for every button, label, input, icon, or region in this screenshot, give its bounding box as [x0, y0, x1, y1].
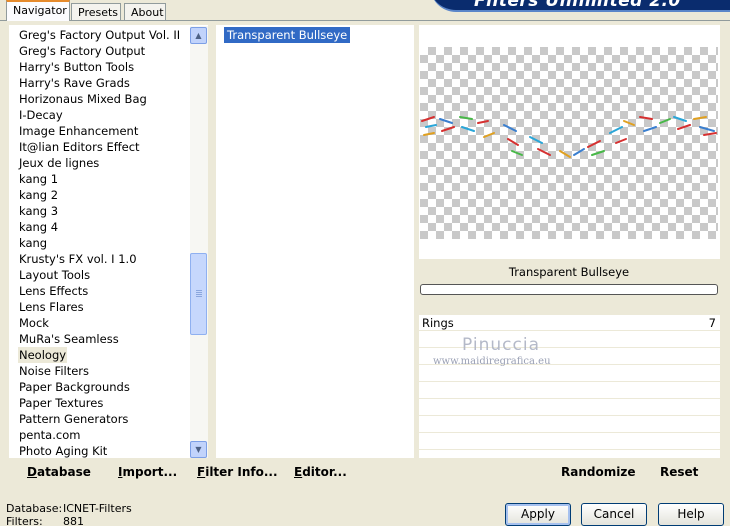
- category-item[interactable]: Lens Flares: [18, 299, 85, 315]
- parameter-row-empty: [419, 366, 720, 382]
- category-item[interactable]: kang: [18, 235, 48, 251]
- chevron-up-icon: ▲: [195, 31, 202, 40]
- database-button[interactable]: Database: [27, 465, 91, 479]
- randomize-button[interactable]: Randomize: [561, 465, 635, 479]
- filter-item-selected[interactable]: Transparent Bullseye: [224, 27, 351, 43]
- tab-about[interactable]: About: [124, 3, 166, 20]
- right-toolbar: Randomize Reset: [419, 460, 720, 486]
- category-item[interactable]: Greg's Factory Output Vol. II: [18, 27, 181, 43]
- category-item[interactable]: penta.com: [18, 427, 81, 443]
- category-item[interactable]: Mock: [18, 315, 50, 331]
- category-item-selected[interactable]: Neology: [18, 347, 68, 363]
- filter-info-button[interactable]: Filter Info...: [197, 465, 278, 479]
- category-item[interactable]: Noise Filters: [18, 363, 90, 379]
- reset-button[interactable]: Reset: [660, 465, 698, 479]
- watermark-url: www.maidiregrafica.eu: [433, 356, 551, 367]
- parameter-row-empty: [419, 417, 720, 433]
- import-button[interactable]: Import...: [118, 465, 177, 479]
- bullseye-preview-image: [421, 116, 717, 158]
- category-item[interactable]: Harry's Button Tools: [18, 59, 135, 75]
- category-item[interactable]: Image Enhancement: [18, 123, 139, 139]
- scroll-down-button[interactable]: ▼: [190, 441, 207, 458]
- category-item[interactable]: kang 3: [18, 203, 59, 219]
- category-list[interactable]: Greg's Factory Output Vol. II Greg's Fact…: [9, 25, 208, 458]
- help-button[interactable]: Help: [658, 503, 724, 526]
- scroll-up-button[interactable]: ▲: [190, 27, 207, 44]
- category-item[interactable]: Jeux de lignes: [18, 155, 100, 171]
- category-item[interactable]: Paper Textures: [18, 395, 104, 411]
- apply-button[interactable]: Apply: [505, 503, 571, 526]
- editor-button[interactable]: Editor...: [294, 465, 347, 479]
- status-database-value: ICNET-Filters: [63, 502, 132, 515]
- progress-bar: [420, 284, 718, 295]
- scrollbar-thumb[interactable]: [190, 253, 207, 335]
- category-item[interactable]: kang 1: [18, 171, 59, 187]
- current-filter-name: Transparent Bullseye: [508, 265, 630, 279]
- category-item[interactable]: Lens Effects: [18, 283, 89, 299]
- thumb-grip-line: [196, 294, 202, 295]
- category-scrollbar[interactable]: ▲ ▼: [190, 26, 208, 458]
- category-item[interactable]: kang 2: [18, 187, 59, 203]
- status-database-label: Database:: [6, 502, 63, 515]
- title-banner-text: Filters Unlimited 2.0: [474, 0, 681, 11]
- category-item[interactable]: Pattern Generators: [18, 411, 129, 427]
- tab-navigator[interactable]: Navigator: [6, 0, 70, 21]
- left-toolbar: Database Import... Filter Info... Editor…: [9, 460, 414, 486]
- category-item[interactable]: Paper Backgrounds: [18, 379, 131, 395]
- category-item[interactable]: Krusty's FX vol. I 1.0: [18, 251, 138, 267]
- parameter-value[interactable]: 7: [709, 316, 716, 330]
- preview-canvas[interactable]: [420, 47, 718, 239]
- tab-strip-border: [0, 20, 730, 21]
- category-item[interactable]: It@lian Editors Effect: [18, 139, 141, 155]
- status-database: Database: ICNET-Filters: [6, 502, 132, 515]
- category-item[interactable]: Harry's Rave Grads: [18, 75, 131, 91]
- status-filters: Filters: 881: [6, 515, 84, 526]
- cancel-button[interactable]: Cancel: [581, 503, 647, 526]
- category-item[interactable]: Greg's Factory Output: [18, 43, 146, 59]
- chevron-down-icon: ▼: [195, 445, 202, 454]
- watermark-name: Pinuccia: [462, 335, 540, 355]
- category-item[interactable]: I-Decay: [18, 107, 64, 123]
- category-item[interactable]: kang 4: [18, 219, 59, 235]
- parameter-label: Rings: [422, 316, 454, 330]
- filter-list[interactable]: Transparent Bullseye: [216, 25, 414, 458]
- category-item[interactable]: Photo Aging Kit: [18, 443, 108, 458]
- status-filters-label: Filters:: [6, 515, 43, 526]
- thumb-grip-icon: [196, 290, 202, 291]
- thumb-grip-line: [196, 296, 202, 297]
- category-item[interactable]: Layout Tools: [18, 267, 91, 283]
- tab-presets[interactable]: Presets: [71, 3, 121, 20]
- category-item[interactable]: MuRa's Seamless: [18, 331, 120, 347]
- thumb-grip-line: [196, 292, 202, 293]
- parameter-row-empty: [419, 400, 720, 416]
- category-item[interactable]: Horizonaus Mixed Bag: [18, 91, 148, 107]
- status-filters-value: 881: [63, 515, 84, 526]
- parameter-row-empty: [419, 434, 720, 450]
- parameter-row-rings[interactable]: Rings 7: [419, 315, 720, 331]
- parameter-row-empty: [419, 383, 720, 399]
